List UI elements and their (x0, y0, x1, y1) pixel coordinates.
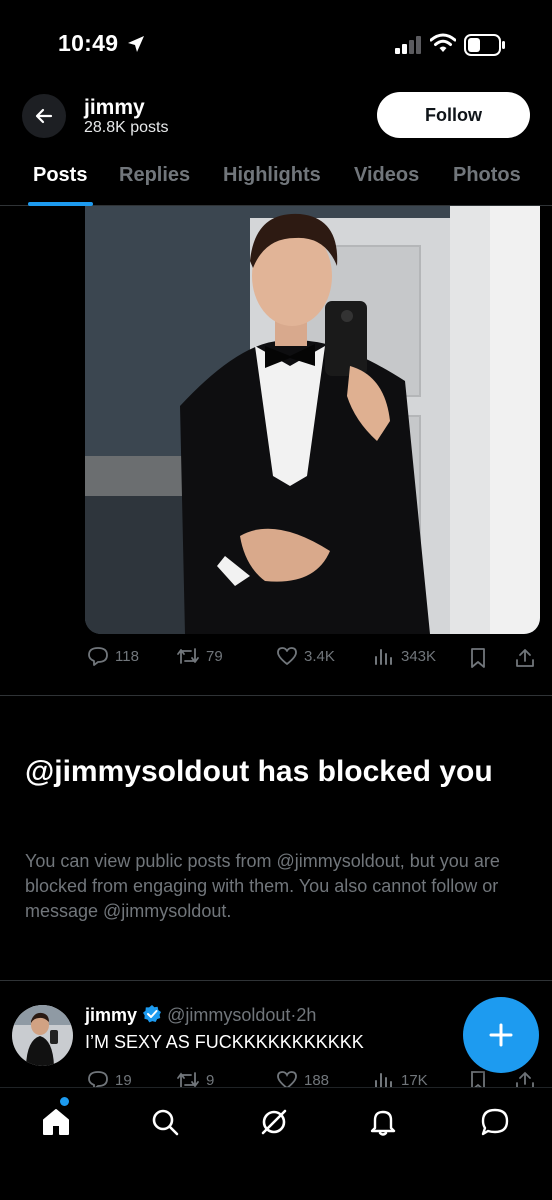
grok-icon (261, 1109, 287, 1135)
back-button[interactable] (22, 94, 66, 138)
reply-action[interactable]: 118 (87, 645, 139, 667)
home-icon (43, 1109, 69, 1135)
location-arrow-icon (128, 36, 144, 52)
tab-photos[interactable]: Photos (453, 164, 521, 187)
view-count: 17K (401, 1071, 428, 1089)
tab-highlights[interactable]: Highlights (223, 164, 321, 187)
repost-action[interactable]: 9 (176, 1069, 214, 1088)
share-icon[interactable] (514, 647, 536, 669)
reply-count: 19 (115, 1071, 132, 1089)
arrow-left-icon (35, 108, 53, 124)
cell-signal-icon (395, 36, 421, 54)
bottom-navigation (0, 1087, 552, 1200)
bookmark-icon[interactable] (468, 647, 488, 669)
repost-action[interactable]: 79 (176, 645, 223, 667)
tweet-text: I’M SEXY AS FUCKKKKKKKKKKK (85, 1032, 364, 1052)
nav-messages[interactable] (477, 1104, 513, 1140)
tweet-header: jimmy @jimmysoldout·2h (85, 1004, 316, 1026)
like-count: 188 (304, 1071, 330, 1089)
status-bar: 10:49 (0, 0, 552, 90)
tweet-author-handle[interactable]: @jimmysoldout (167, 1005, 290, 1025)
nav-notifications[interactable] (365, 1104, 401, 1140)
view-count: 343K (401, 647, 437, 665)
tab-videos[interactable]: Videos (354, 164, 419, 187)
profile-header: jimmy 28.8K posts Follow (0, 90, 552, 145)
tweet-actions: 19 9 188 17K (0, 1068, 552, 1088)
heart-icon (277, 1071, 297, 1088)
reply-icon (88, 1071, 108, 1088)
notifications-bell-icon (370, 1110, 396, 1136)
repost-count: 79 (206, 647, 223, 665)
post-photo[interactable] (85, 206, 540, 634)
battery-icon (464, 34, 505, 56)
profile-name: jimmy (84, 96, 145, 119)
messages-icon (481, 1108, 509, 1136)
reply-icon (88, 647, 108, 666)
nav-search[interactable] (147, 1104, 183, 1140)
divider (0, 695, 552, 696)
reply-count: 118 (115, 647, 139, 665)
verified-badge-icon (143, 1005, 162, 1023)
views-action[interactable]: 343K (373, 645, 436, 667)
post-actions: 118 79 3.4K 343K (0, 645, 552, 675)
like-action[interactable]: 3.4K (276, 645, 335, 667)
repost-icon (177, 1072, 199, 1088)
avatar-image (12, 1005, 73, 1066)
post-count: 28.8K posts (84, 119, 169, 136)
blocked-title: @jimmysoldout has blocked you (25, 755, 493, 788)
views-action[interactable]: 17K (373, 1069, 428, 1088)
divider (0, 980, 552, 981)
wifi-icon (430, 33, 456, 52)
tweet-author-name[interactable]: jimmy (85, 1005, 137, 1025)
home-notification-dot (60, 1097, 69, 1106)
profile-tabs: Posts Replies Highlights Videos Photos (0, 146, 552, 206)
photo-image (85, 206, 540, 634)
status-time: 10:49 (58, 30, 119, 56)
tab-posts[interactable]: Posts (33, 164, 87, 187)
tweet-timestamp: 2h (296, 1005, 317, 1025)
like-count: 3.4K (304, 647, 335, 665)
active-tab-indicator (28, 202, 93, 206)
reply-action[interactable]: 19 (87, 1069, 132, 1088)
bookmark-icon[interactable] (468, 1070, 488, 1088)
follow-button[interactable]: Follow (377, 92, 530, 138)
nav-home[interactable] (38, 1104, 74, 1140)
plus-icon (489, 1023, 513, 1047)
tab-replies[interactable]: Replies (119, 164, 190, 187)
search-icon (152, 1109, 179, 1136)
compose-button[interactable] (463, 997, 539, 1073)
like-action[interactable]: 188 (276, 1069, 329, 1088)
blocked-description: You can view public posts from @jimmysol… (25, 851, 500, 921)
avatar[interactable] (12, 1005, 73, 1066)
nav-grok[interactable] (256, 1104, 292, 1140)
views-chart-icon (375, 1073, 392, 1088)
share-icon[interactable] (514, 1070, 536, 1088)
repost-icon (177, 648, 199, 664)
repost-count: 9 (206, 1071, 215, 1089)
heart-icon (277, 647, 297, 665)
views-chart-icon (375, 649, 392, 665)
